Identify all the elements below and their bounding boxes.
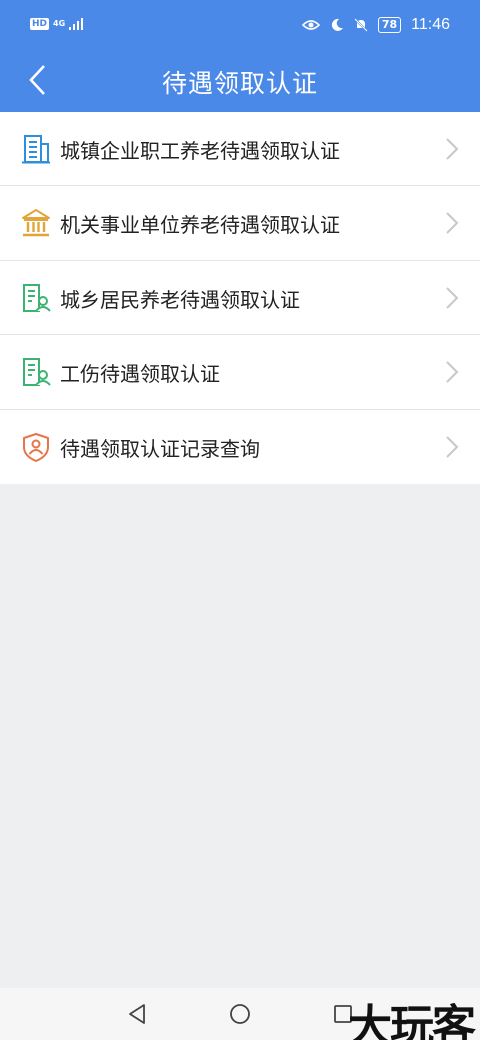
menu-item-work-injury[interactable]: 工伤待遇领取认证 [0, 335, 480, 410]
office-building-icon [22, 135, 50, 164]
page-title: 待遇领取认证 [161, 69, 318, 98]
status-left: HD 4G [30, 18, 84, 30]
moon-icon [331, 18, 343, 31]
menu-item-label: 工伤待遇领取认证 [60, 362, 220, 387]
menu-item-institution-pension[interactable]: 机关事业单位养老待遇领取认证 [0, 186, 480, 261]
header-bar: HD 4G 78 11:46 待遇领取认证 [0, 0, 480, 112]
status-right: 78 11:46 [301, 16, 450, 34]
menu-item-enterprise-pension[interactable]: 城镇企业职工养老待遇领取认证 [0, 112, 480, 187]
eye-icon [301, 20, 320, 30]
hd-badge: HD [30, 18, 50, 30]
nav-home-icon[interactable] [229, 1003, 251, 1025]
status-bar: HD 4G 78 11:46 [0, 0, 480, 54]
battery-indicator: 78 [377, 17, 402, 33]
chevron-right-icon [446, 212, 459, 235]
mute-bell-icon [354, 18, 368, 32]
menu-item-label: 城乡居民养老待遇领取认证 [60, 287, 300, 312]
chevron-right-icon [446, 287, 459, 309]
watermark-logo: 大玩客 [348, 1001, 476, 1040]
record-shield-icon [23, 432, 49, 462]
menu-item-label: 机关事业单位养老待遇领取认证 [60, 213, 340, 238]
chevron-right-icon [446, 138, 459, 160]
nav-back-icon[interactable] [126, 1003, 148, 1025]
menu-item-label: 城镇企业职工养老待遇领取认证 [60, 139, 340, 163]
menu-list: 城镇企业职工养老待遇领取认证 机关事业单位养老待遇领取认证 城乡居民养老待遇领取… [0, 112, 480, 484]
nav-bar: 待遇领取认证 [0, 54, 480, 112]
chevron-right-icon [446, 361, 459, 383]
menu-item-resident-pension[interactable]: 城乡居民养老待遇领取认证 [0, 261, 480, 336]
signal-icon [69, 18, 84, 30]
injury-building-icon [23, 358, 51, 387]
menu-item-record-query[interactable]: 待遇领取认证记录查询 [0, 410, 480, 484]
menu-item-label: 待遇领取认证记录查询 [60, 436, 260, 461]
chevron-right-icon [446, 435, 459, 458]
resident-building-icon [23, 283, 51, 312]
institution-icon [22, 209, 50, 237]
network-type: 4G [53, 19, 66, 28]
clock: 11:46 [411, 16, 450, 33]
